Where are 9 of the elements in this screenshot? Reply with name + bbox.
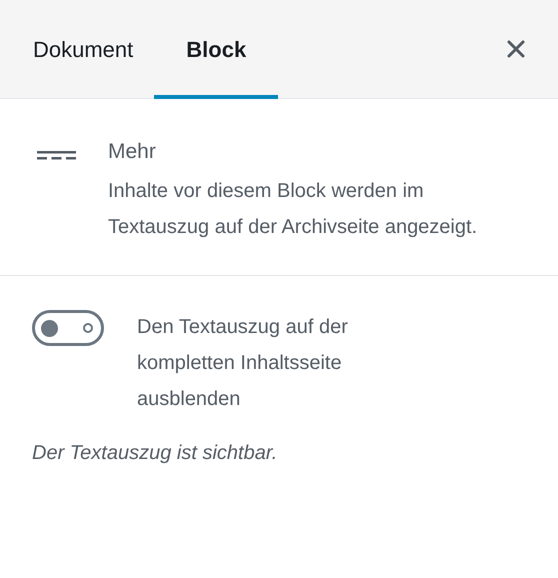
tab[interactable]: Dokument bbox=[12, 0, 154, 99]
toggle-switch[interactable] bbox=[32, 310, 104, 346]
block-title: Mehr bbox=[108, 139, 157, 165]
block-description: Inhalte vor diesem Block werden im Textauszug auf der Archivseite angezeigt. bbox=[108, 179, 478, 240]
close-icon bbox=[507, 40, 525, 58]
tab[interactable]: Block bbox=[154, 0, 278, 99]
help-text: Der Textauszug ist sichtbar. bbox=[31, 441, 278, 466]
toggle-label: Den Textauszug auf der kompletten Inhaltsseite ausblenden bbox=[137, 315, 349, 412]
more-block-icon bbox=[37, 151, 76, 160]
